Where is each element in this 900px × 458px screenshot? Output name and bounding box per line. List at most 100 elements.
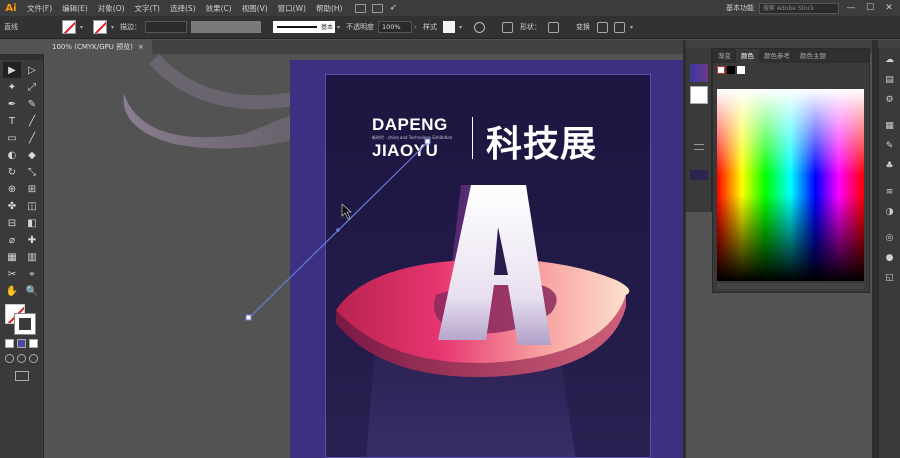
artboard-tool-icon[interactable]: ✂ <box>3 266 21 282</box>
gradient-mode-icon[interactable] <box>17 339 26 348</box>
stroke-swatch[interactable] <box>93 20 107 34</box>
white-swatch[interactable] <box>737 66 745 74</box>
menu-edit[interactable]: 编辑(E) <box>57 3 93 14</box>
eyedropper-tool-icon[interactable]: ⌀ <box>3 232 21 248</box>
align-icon[interactable] <box>502 21 513 33</box>
chevron-right-icon[interactable]: › <box>412 24 419 31</box>
brush-definition[interactable]: 基本 <box>273 21 335 33</box>
menu-file[interactable]: 文件(F) <box>22 3 57 14</box>
chevron-down-icon[interactable]: ▾ <box>457 24 464 31</box>
selection-tool-icon[interactable]: ▶ <box>3 62 21 78</box>
appearance-icon[interactable]: ◎ <box>883 232 897 244</box>
stroke-label[interactable]: 描边： <box>116 22 145 32</box>
tab-color-guide[interactable]: 颜色参考 <box>759 49 795 63</box>
mesh-tool-icon[interactable]: ⊟ <box>3 215 21 231</box>
blend-tool-icon[interactable]: ✚ <box>23 232 41 248</box>
pen-tool-icon[interactable]: ✒ <box>3 96 21 112</box>
none-color-swatch[interactable] <box>717 66 725 74</box>
workspace-switcher[interactable]: 基本功能 <box>726 3 754 13</box>
shape-builder-tool-icon[interactable]: ✤ <box>3 198 21 214</box>
graphic-styles-icon[interactable]: ● <box>883 252 897 264</box>
document-tab[interactable]: 100% (CMYK/GPU 预览) × <box>44 40 152 54</box>
close-tab-icon[interactable]: × <box>138 40 144 54</box>
brushes-icon[interactable]: ✎ <box>883 140 897 152</box>
tab-gradient[interactable]: 渐变 <box>713 49 736 63</box>
color-spectrum[interactable] <box>717 89 864 281</box>
maximize-button[interactable]: ☐ <box>863 3 877 13</box>
chevron-down-icon[interactable]: ▾ <box>109 24 116 31</box>
chevron-down-icon[interactable]: ▾ <box>335 24 342 31</box>
chevron-down-icon[interactable]: ▾ <box>628 24 635 31</box>
gradient-swatch[interactable] <box>689 64 708 82</box>
menu-view[interactable]: 视图(V) <box>237 3 273 14</box>
perspective-grid-tool-icon[interactable]: ◫ <box>23 198 41 214</box>
canvas[interactable]: DAPENG 新时代 · china and Technology Exhibi… <box>44 54 684 458</box>
selected-path[interactable] <box>44 54 684 458</box>
symbol-sprayer-tool-icon[interactable]: ▦ <box>3 249 21 265</box>
layers-icon[interactable]: ◱ <box>883 272 897 284</box>
isolate-icon[interactable] <box>597 21 608 33</box>
shape-properties-icon[interactable] <box>548 21 559 33</box>
menu-help[interactable]: 帮助(H) <box>311 3 348 14</box>
tab-color-themes[interactable]: 颜色主题 <box>795 49 831 63</box>
libraries-icon[interactable]: ☁ <box>883 54 897 66</box>
variable-width-profile[interactable] <box>191 21 261 33</box>
menu-object[interactable]: 对象(O) <box>93 3 130 14</box>
arrange-documents-icon[interactable] <box>372 3 384 13</box>
eraser-tool-icon[interactable]: ◆ <box>23 147 41 163</box>
type-tool-icon[interactable]: T <box>3 113 21 129</box>
swatches-icon[interactable]: ▦ <box>883 120 897 132</box>
menu-select[interactable]: 选择(S) <box>165 3 201 14</box>
opacity-field[interactable]: 100% <box>378 21 412 33</box>
magic-wand-tool-icon[interactable]: ✦ <box>3 79 21 95</box>
bridge-icon[interactable] <box>355 3 367 13</box>
menu-window[interactable]: 窗口(W) <box>273 3 311 14</box>
black-swatch[interactable] <box>727 66 735 74</box>
draw-inside-icon[interactable] <box>29 354 38 363</box>
symbols-icon[interactable]: ♣ <box>883 160 897 172</box>
zoom-tool-icon[interactable]: 🔍 <box>23 283 41 299</box>
stroke-weight-field[interactable] <box>145 21 187 33</box>
minimize-button[interactable]: — <box>844 3 858 13</box>
adobe-stock-search[interactable]: 搜索 Adobe Stock <box>759 2 839 14</box>
rotate-tool-icon[interactable]: ↻ <box>3 164 21 180</box>
line-tool-icon[interactable]: ╱ <box>23 113 41 129</box>
draw-normal-icon[interactable] <box>5 354 14 363</box>
fill-swatch[interactable] <box>62 20 76 34</box>
draw-behind-icon[interactable] <box>17 354 26 363</box>
recolor-artwork-icon[interactable] <box>474 21 485 33</box>
menu-type[interactable]: 文字(T) <box>130 3 165 14</box>
rectangle-tool-icon[interactable]: ▭ <box>3 130 21 146</box>
arrange-icon[interactable] <box>614 21 625 33</box>
stroke-icon[interactable]: ≡ <box>883 186 897 198</box>
column-graph-tool-icon[interactable]: ▥ <box>23 249 41 265</box>
screen-mode-icon[interactable] <box>14 371 29 381</box>
recent-swatch[interactable] <box>689 170 708 180</box>
curvature-tool-icon[interactable]: ✎ <box>23 96 41 112</box>
gradient-tool-icon[interactable]: ◧ <box>23 215 41 231</box>
close-button[interactable]: ✕ <box>882 3 896 13</box>
graphic-style-swatch[interactable] <box>443 21 455 33</box>
chevron-down-icon[interactable]: ▾ <box>78 24 85 31</box>
puppet-warp-tool-icon[interactable]: ⊕ <box>3 181 21 197</box>
panel-options-icon[interactable] <box>693 144 704 150</box>
lasso-tool-icon[interactable]: ⤢ <box>23 79 41 95</box>
none-swatch[interactable] <box>689 86 708 104</box>
hand-tool-icon[interactable]: ✋ <box>3 283 21 299</box>
direct-selection-tool-icon[interactable]: ▷ <box>23 62 41 78</box>
transform-label[interactable]: 变换 <box>572 22 594 32</box>
paintbrush-tool-icon[interactable]: ╱ <box>23 130 41 146</box>
links-icon[interactable]: ⚙ <box>883 94 897 106</box>
menu-effect[interactable]: 效果(C) <box>201 3 237 14</box>
none-mode-icon[interactable] <box>29 339 38 348</box>
properties-icon[interactable]: ▤ <box>883 74 897 86</box>
transparency-icon[interactable]: ◑ <box>883 206 897 218</box>
free-transform-tool-icon[interactable]: ⊞ <box>23 181 41 197</box>
slice-tool-icon[interactable]: ⌖ <box>23 266 41 282</box>
opacity-label[interactable]: 不透明度 <box>342 22 378 32</box>
scale-tool-icon[interactable]: ⤡ <box>23 164 41 180</box>
tab-color[interactable]: 颜色 <box>736 49 759 63</box>
color-mode-icon[interactable] <box>5 339 14 348</box>
stroke-swatch[interactable] <box>14 313 36 335</box>
shaper-tool-icon[interactable]: ◐ <box>3 147 21 163</box>
